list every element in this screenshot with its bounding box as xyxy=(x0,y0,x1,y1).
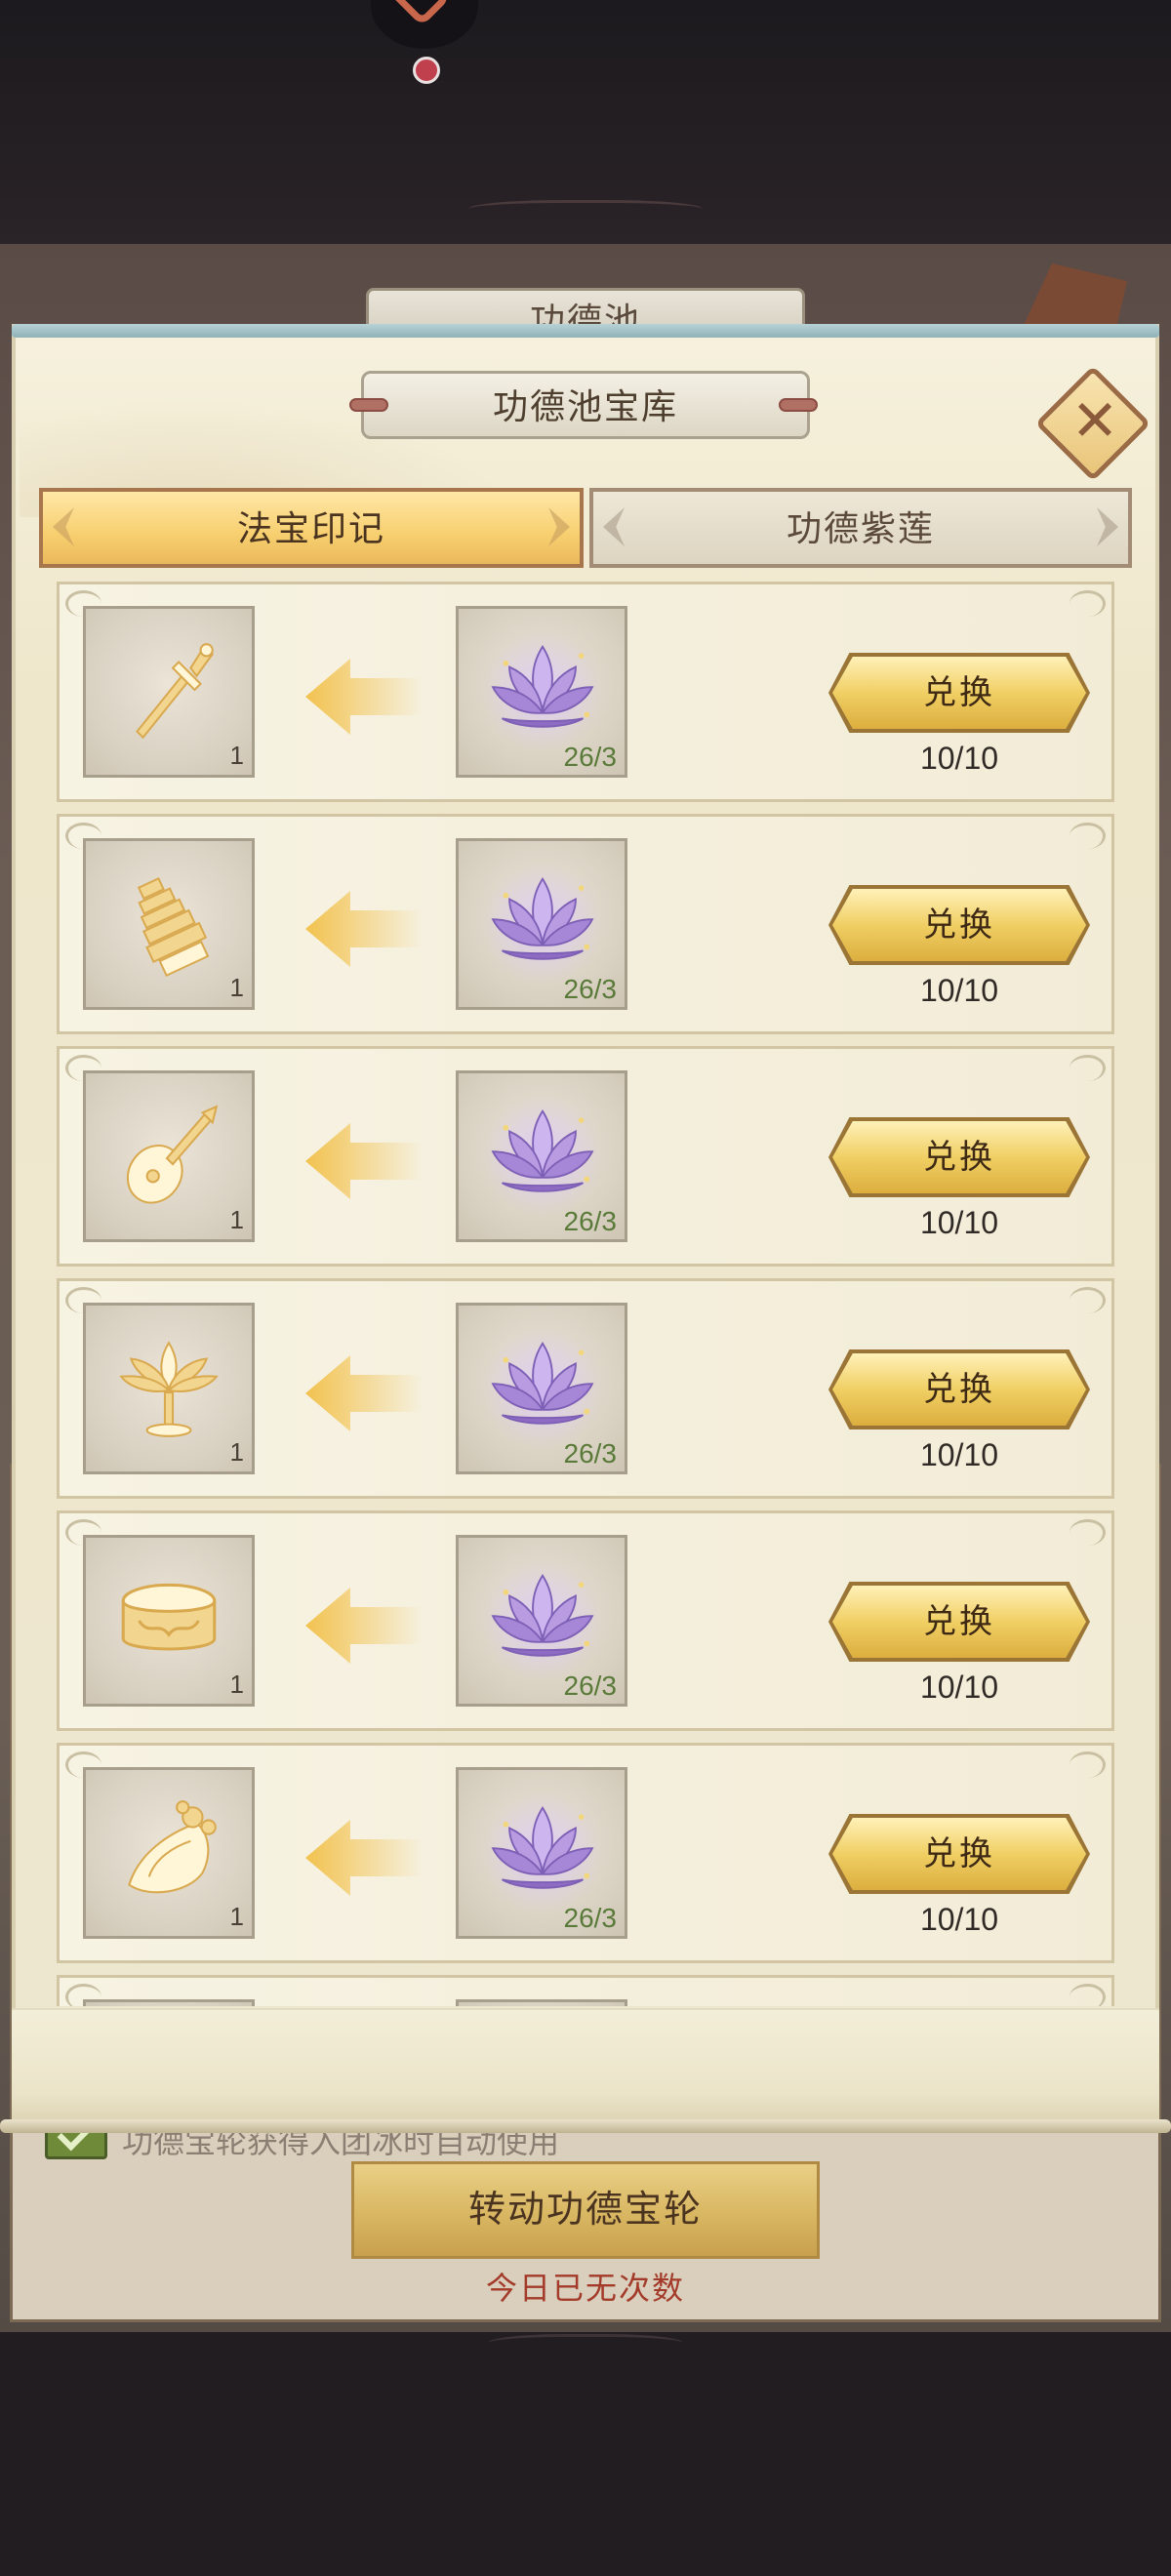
reward-quantity: 1 xyxy=(229,1902,244,1931)
purple-lotus-icon xyxy=(478,626,607,755)
tab-label: 功德紫莲 xyxy=(786,508,935,548)
close-icon[interactable]: ✕ xyxy=(1064,390,1126,453)
arrow-left-icon xyxy=(305,1349,423,1437)
corner-ornament xyxy=(1070,1751,1106,1778)
exchange-limit: 10/10 xyxy=(919,1437,999,1472)
exchange-row: 1 26/3 兑换 10/10 xyxy=(57,1278,1114,1499)
exchange-limit: 10/10 xyxy=(919,1902,999,1937)
purple-lotus-icon xyxy=(478,859,607,987)
dialog-bottom-band xyxy=(12,2008,1159,2129)
corner-ornament xyxy=(1070,1984,1106,2006)
reward-slot[interactable]: 1 xyxy=(83,1535,255,1707)
reward-slot xyxy=(83,1999,255,2006)
purple-lotus-icon xyxy=(478,1788,607,1916)
cost-slot xyxy=(456,1999,627,2006)
scroll-rod-bottom xyxy=(0,2119,1171,2133)
exchange-row: 1 26/3 兑换 10/10 xyxy=(57,582,1114,802)
reward-quantity: 1 xyxy=(229,1437,244,1467)
corner-ornament xyxy=(1070,1055,1106,1081)
exchange-limit: 10/10 xyxy=(919,973,999,1008)
exchange-row: 1 26/3 兑换 10/10 xyxy=(57,1510,1114,1731)
exchange-row: 1 26/3 兑换 10/10 xyxy=(57,814,1114,1034)
pagoda-icon xyxy=(109,865,228,984)
purple-lotus-icon xyxy=(478,1555,607,1684)
spin-status-text: 今日已无次数 xyxy=(485,2271,685,2306)
corner-ornament xyxy=(1070,823,1106,849)
sword-icon xyxy=(109,632,228,751)
tab-magic-seal[interactable]: 法宝印记 xyxy=(39,488,584,568)
reward-slot[interactable]: 1 xyxy=(83,1767,255,1939)
exchange-button[interactable]: 兑换 xyxy=(832,1121,1086,1193)
tab-label: 法宝印记 xyxy=(236,508,385,548)
arrow-left-icon xyxy=(305,653,423,741)
cost-quantity: 26/3 xyxy=(563,974,618,1004)
exchange-limit: 10/10 xyxy=(919,1205,999,1240)
corner-ornament xyxy=(1070,1519,1106,1546)
exchange-button[interactable]: 兑换 xyxy=(832,1818,1086,1890)
reward-slot[interactable]: 1 xyxy=(83,1303,255,1474)
reward-slot[interactable]: 1 xyxy=(83,838,255,1010)
cost-slot[interactable]: 26/3 xyxy=(456,838,627,1010)
spin-wheel-button[interactable]: 转动功德宝轮 xyxy=(351,2161,820,2259)
bracelet-icon xyxy=(109,1561,228,1680)
reward-quantity: 1 xyxy=(229,741,244,770)
cost-slot[interactable]: 26/3 xyxy=(456,606,627,778)
exchange-row xyxy=(57,1975,1114,2006)
reward-quantity: 1 xyxy=(229,1205,244,1234)
arrow-left-icon xyxy=(305,885,423,973)
chevron-left-icon xyxy=(53,507,74,546)
exchange-limit: 10/10 xyxy=(919,1670,999,1705)
arrow-left-icon xyxy=(305,1582,423,1670)
cost-quantity: 26/3 xyxy=(563,1206,618,1236)
cost-quantity: 26/3 xyxy=(563,1903,618,1933)
chevron-right-icon xyxy=(548,507,570,546)
corner-ornament xyxy=(1070,590,1106,617)
arrow-left-icon xyxy=(305,1814,423,1902)
reward-slot[interactable]: 1 xyxy=(83,606,255,778)
purple-lotus-icon xyxy=(478,1091,607,1220)
lotus-lamp-icon xyxy=(109,1329,228,1448)
exchange-list[interactable]: 1 26/3 兑换 10/10 1 26/3 兑换 10/10 1 26/3 兑… xyxy=(57,582,1114,2006)
chevron-left-icon xyxy=(603,507,625,546)
cost-quantity: 26/3 xyxy=(563,1438,618,1469)
exchange-row: 1 26/3 兑换 10/10 xyxy=(57,1046,1114,1267)
chevron-right-icon xyxy=(1097,507,1118,546)
reward-slot[interactable]: 1 xyxy=(83,1070,255,1242)
reward-quantity: 1 xyxy=(229,1670,244,1699)
cost-quantity: 26/3 xyxy=(563,742,618,772)
pipa-icon xyxy=(109,1097,228,1216)
tab-merit-lotus[interactable]: 功德紫莲 xyxy=(589,488,1132,568)
bottom-ornament xyxy=(488,2334,683,2356)
exchange-button[interactable]: 兑换 xyxy=(832,889,1086,961)
exchange-row: 1 26/3 兑换 10/10 xyxy=(57,1743,1114,1963)
cost-slot[interactable]: 26/3 xyxy=(456,1767,627,1939)
corner-ornament xyxy=(1070,1287,1106,1313)
purple-lotus-icon xyxy=(478,1323,607,1452)
scroll-rod-top xyxy=(12,324,1159,338)
reward-quantity: 1 xyxy=(229,973,244,1002)
cost-slot[interactable]: 26/3 xyxy=(456,1303,627,1474)
cost-slot[interactable]: 26/3 xyxy=(456,1535,627,1707)
cost-quantity: 26/3 xyxy=(563,1670,618,1701)
exchange-button[interactable]: 兑换 xyxy=(832,1586,1086,1658)
cost-slot[interactable]: 26/3 xyxy=(456,1070,627,1242)
dialog-title: 功德池宝库 xyxy=(492,386,678,426)
arrow-left-icon xyxy=(305,1117,423,1205)
conch-icon xyxy=(109,1793,228,1912)
exchange-button[interactable]: 兑换 xyxy=(832,1353,1086,1426)
notification-dot xyxy=(413,57,440,84)
exchange-button[interactable]: 兑换 xyxy=(832,657,1086,729)
exchange-limit: 10/10 xyxy=(919,741,999,776)
divider-ornament xyxy=(468,200,703,222)
